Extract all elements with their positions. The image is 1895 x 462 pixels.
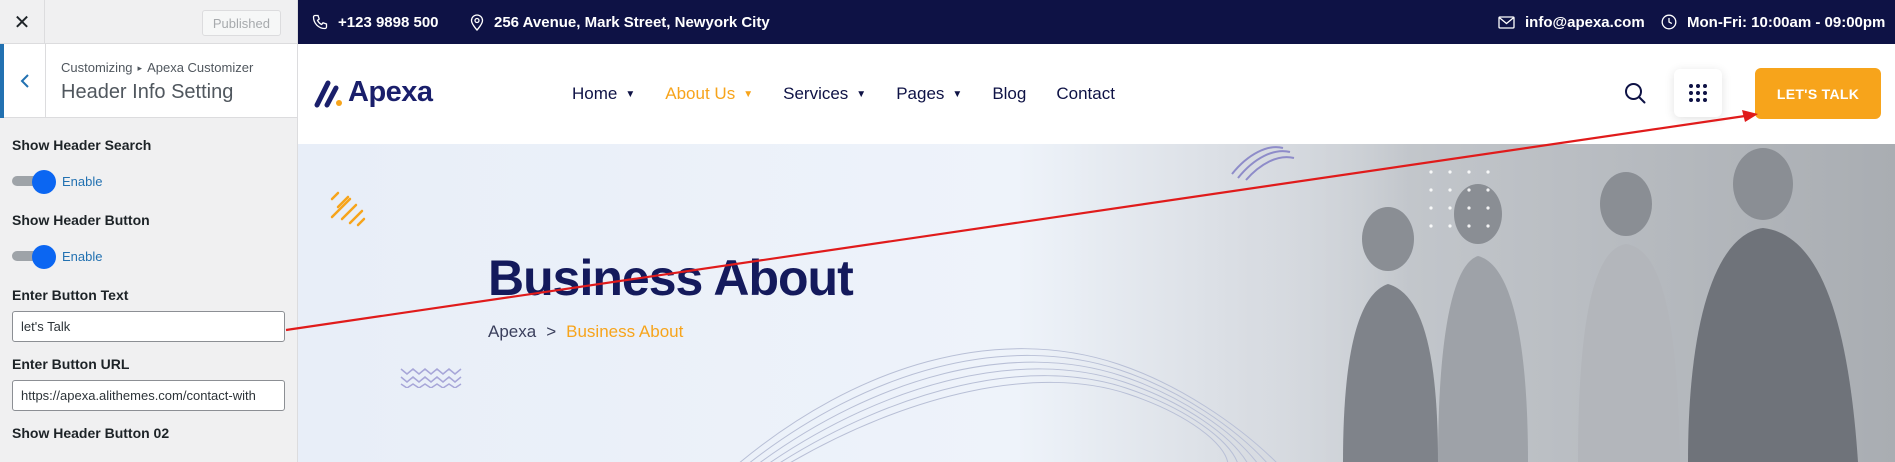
chevron-down-icon: ▼ xyxy=(625,88,636,100)
topbar-address: 256 Avenue, Mark Street, Newyork City xyxy=(470,0,770,44)
search-icon xyxy=(1625,83,1646,104)
nav-item-about-us[interactable]: About Us ▼ xyxy=(665,84,753,104)
topbar-phone[interactable]: +123 9898 500 xyxy=(312,0,439,44)
offcanvas-menu-button[interactable] xyxy=(1674,69,1722,117)
breadcrumb: Apexa > Business About xyxy=(488,322,683,342)
show-search-toggle-label: Enable xyxy=(62,174,103,189)
mail-icon xyxy=(1498,15,1515,29)
nav-label: Contact xyxy=(1056,84,1115,103)
show-search-label: Show Header Search xyxy=(12,137,152,153)
page-title: Business About xyxy=(488,250,854,306)
top-info-bar: +123 9898 500 256 Avenue, Mark Street, N… xyxy=(298,0,1895,44)
chevron-down-icon: ▼ xyxy=(743,88,754,100)
apexa-logo-icon xyxy=(314,80,342,107)
close-icon: ✕ xyxy=(13,11,31,34)
breadcrumb-separator: > xyxy=(546,322,557,341)
lets-talk-button[interactable]: LET'S TALK xyxy=(1755,68,1881,119)
back-button[interactable] xyxy=(0,44,46,118)
button-url-label: Enter Button URL xyxy=(12,356,130,372)
topbar-phone-text: +123 9898 500 xyxy=(338,13,439,31)
customizer-sidebar: ✕ Published Customizing ▸ Apexa Customizer… xyxy=(0,0,298,462)
breadcrumb-parent: Apexa Customizer xyxy=(147,60,254,75)
logo-text: Apexa xyxy=(348,76,433,108)
nav-item-pages[interactable]: Pages ▼ xyxy=(896,84,962,104)
close-customizer-button[interactable]: ✕ xyxy=(0,0,45,44)
wave-lines-decoration xyxy=(739,348,1277,462)
button-url-field[interactable]: https://apexa.alithemes.com/contact-with xyxy=(12,380,285,411)
show-button2-label: Show Header Button 02 xyxy=(12,425,170,441)
nav-item-services[interactable]: Services ▼ xyxy=(783,84,866,104)
scribble-decoration xyxy=(1231,146,1295,181)
nav-item-blog[interactable]: Blog xyxy=(992,84,1026,104)
site-logo[interactable]: Apexa xyxy=(314,76,433,109)
chevron-down-icon: ▼ xyxy=(856,88,867,100)
topbar-email[interactable]: info@apexa.com xyxy=(1498,0,1645,44)
breadcrumb-current: Business About xyxy=(566,322,684,341)
customizer-breadcrumb: Customizing ▸ Apexa Customizer xyxy=(61,60,253,75)
dash-pattern-decoration xyxy=(330,191,366,227)
breadcrumb-separator-icon: ▸ xyxy=(137,63,143,73)
breadcrumb-home-link[interactable]: Apexa xyxy=(488,322,536,341)
customizer-controls: Show Header Search Enable Show Header Bu… xyxy=(0,137,297,441)
section-title: Header Info Setting xyxy=(61,81,234,103)
topbar-email-text: info@apexa.com xyxy=(1525,13,1645,31)
nav-label: Services xyxy=(783,84,849,103)
main-nav: Home ▼ About Us ▼ Services ▼ Pages ▼ Blog Co… xyxy=(572,84,1145,104)
grid-dots-icon xyxy=(1689,84,1707,102)
topbar-hours-text: Mon-Fri: 10:00am - 09:00pm xyxy=(1687,13,1886,31)
business-people-photo xyxy=(1248,144,1895,462)
screen: ✕ Published Customizing ▸ Apexa Customizer… xyxy=(0,0,1895,462)
phone-icon xyxy=(312,14,328,30)
location-pin-icon xyxy=(470,13,484,31)
zigzag-decoration xyxy=(400,368,462,388)
chevron-down-icon: ▼ xyxy=(952,88,963,100)
button-text-label: Enter Button Text xyxy=(12,287,129,303)
chevron-left-icon xyxy=(20,74,29,88)
section-header: Customizing ▸ Apexa Customizer Header Info… xyxy=(0,44,297,118)
clock-icon xyxy=(1661,14,1677,30)
site-header: Apexa Home ▼ About Us ▼ Services ▼ Pages ▼ B… xyxy=(298,44,1895,144)
nav-label: Blog xyxy=(992,84,1027,103)
published-button[interactable]: Published xyxy=(201,10,281,36)
customizer-header: ✕ Published xyxy=(0,0,297,44)
nav-item-contact[interactable]: Contact xyxy=(1056,84,1115,104)
search-button[interactable] xyxy=(1624,82,1646,109)
nav-item-home[interactable]: Home ▼ xyxy=(572,84,635,104)
topbar-address-text: 256 Avenue, Mark Street, Newyork City xyxy=(494,13,770,31)
breadcrumb-root: Customizing xyxy=(61,60,133,75)
page-banner: Business About Apexa > Business About xyxy=(298,144,1895,462)
button-text-field[interactable]: let's Talk xyxy=(12,311,285,342)
show-button-label: Show Header Button xyxy=(12,212,150,228)
topbar-hours: Mon-Fri: 10:00am - 09:00pm xyxy=(1661,0,1885,44)
nav-label: Pages xyxy=(896,84,945,103)
show-button-control: Enable xyxy=(12,245,285,269)
show-button-toggle[interactable] xyxy=(12,245,56,269)
show-search-control: Enable xyxy=(12,170,285,194)
nav-label: Home xyxy=(572,84,618,103)
show-search-toggle[interactable] xyxy=(12,170,56,194)
show-button-toggle-label: Enable xyxy=(62,249,103,264)
nav-label: About Us xyxy=(665,84,736,103)
